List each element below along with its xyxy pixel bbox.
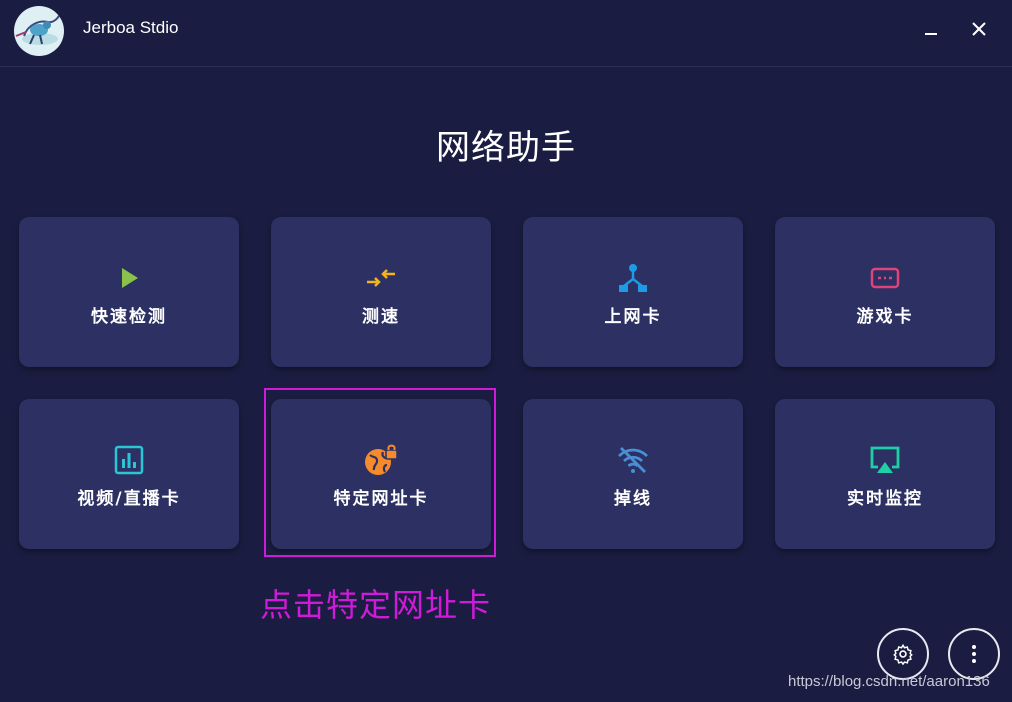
card-label: 掉线 xyxy=(614,489,652,509)
card-disconnect[interactable]: 掉线 xyxy=(523,399,743,549)
card-video-live[interactable]: 视频/直播卡 xyxy=(19,399,239,549)
close-icon xyxy=(972,22,986,36)
card-label: 实时监控 xyxy=(847,489,923,509)
annotation-text: 点击特定网址卡 xyxy=(260,586,492,624)
minimize-button[interactable] xyxy=(916,14,946,44)
globe-lock-icon xyxy=(365,444,398,475)
card-realtime-monitor[interactable]: 实时监控 xyxy=(775,399,995,549)
card-label: 上网卡 xyxy=(604,307,662,327)
gamepad-icon xyxy=(870,267,900,289)
card-specific-url[interactable]: 特定网址卡 xyxy=(271,399,491,549)
card-label: 特定网址卡 xyxy=(333,489,429,509)
page-title: 网络助手 xyxy=(436,128,576,168)
close-button[interactable] xyxy=(964,14,994,44)
wifi-off-icon xyxy=(618,447,648,473)
title-bar: Jerboa Stdio xyxy=(0,0,1012,67)
card-internet[interactable]: 上网卡 xyxy=(523,217,743,367)
bar-chart-icon xyxy=(114,445,144,475)
card-label: 游戏卡 xyxy=(856,307,914,327)
card-speed-test[interactable]: 测速 xyxy=(271,217,491,367)
card-label: 测速 xyxy=(362,307,400,327)
network-tree-icon xyxy=(619,264,647,292)
play-icon xyxy=(122,268,138,288)
airplay-icon xyxy=(870,446,900,473)
more-vertical-icon xyxy=(972,645,976,663)
card-game[interactable]: 游戏卡 xyxy=(775,217,995,367)
card-quick-check[interactable]: 快速检测 xyxy=(19,217,239,367)
gear-icon xyxy=(893,643,913,665)
app-logo xyxy=(14,6,64,56)
card-label: 快速检测 xyxy=(91,307,167,327)
minimize-icon xyxy=(925,33,937,35)
app-title: Jerboa Stdio xyxy=(83,18,179,37)
watermark: https://blog.csdn.net/aaron136 xyxy=(788,673,990,690)
card-label: 视频/直播卡 xyxy=(77,489,181,509)
swap-arrows-icon xyxy=(367,269,395,287)
